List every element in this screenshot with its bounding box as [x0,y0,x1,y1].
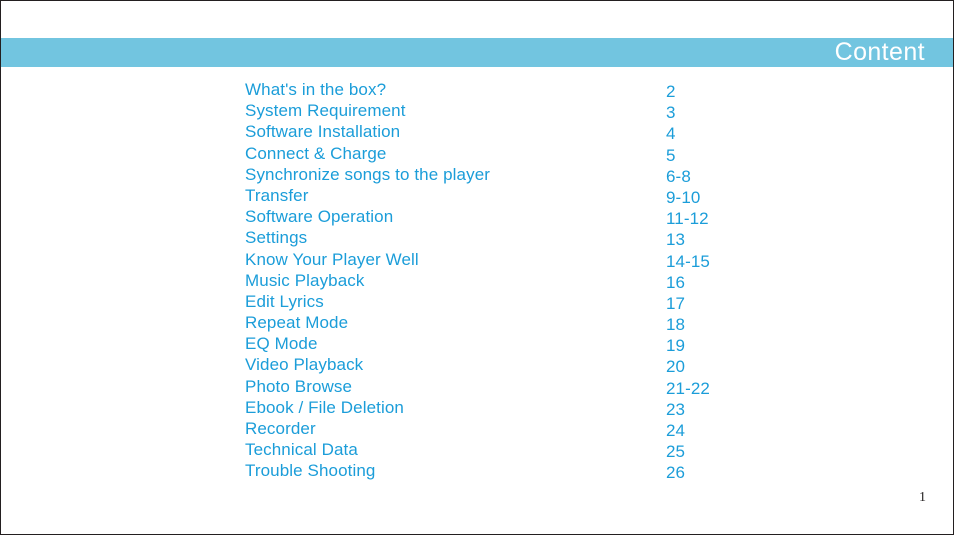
toc-entry-pages: 17 [666,293,686,313]
toc-entry-pages: 18 [666,315,686,335]
toc-entry-pages: 11-12 [666,209,709,229]
toc-entry-label: Technical Data [245,440,358,460]
toc-entry-label: Recorder [245,419,316,438]
toc-entry-label: Transfer [245,185,309,205]
page-header-bar: Content [1,38,953,67]
toc-entry[interactable]: Connect & Charge 5 [245,143,845,165]
toc-entry-label: What's in the box? [245,80,387,99]
toc-entry-pages: 13 [666,230,686,250]
manual-page: Content What's in the box? 2 System Requir… [0,0,954,535]
toc-entry-pages: 25 [666,442,686,462]
toc-entry[interactable]: Transfer 9-10 [245,185,845,207]
toc-entry[interactable]: Trouble Shooting 26 [245,460,845,483]
toc-entry-pages: 23 [666,399,686,419]
toc-entry-pages: 16 [666,272,686,292]
toc-entry[interactable]: Know Your Player Well 14-15 [245,249,845,271]
toc-entry-label: Software Operation [245,207,394,227]
toc-entry-pages: 24 [666,421,686,440]
toc-entry-label: Trouble Shooting [245,461,376,481]
toc-entry-label: Repeat Mode [245,313,349,333]
toc-entry-label: Software Installation [245,122,401,142]
toc-entry[interactable]: Recorder 24 [245,418,845,440]
toc-entry-label: Synchronize songs to the player [245,164,491,184]
toc-entry[interactable]: Technical Data 25 [245,439,845,462]
toc-entry-label: Edit Lyrics [245,291,324,311]
toc-entry-label: Music Playback [245,270,365,290]
toc-entry[interactable]: Ebook / File Deletion 23 [245,397,845,419]
toc-entry-pages: 5 [666,145,676,165]
toc-entry-label: EQ Mode [245,334,318,354]
toc-entry[interactable]: Music Playback 16 [245,270,845,292]
toc-entry[interactable]: Video Playback 20 [245,354,845,377]
toc-entry-label: Know Your Player Well [245,249,419,269]
toc-entry-pages: 2 [666,82,676,101]
toc-entry-pages: 20 [666,357,686,377]
table-of-contents: What's in the box? 2 System Requirement 3 So… [245,79,845,482]
toc-entry[interactable]: Edit Lyrics 17 [245,291,845,313]
toc-entry-pages: 3 [666,103,676,123]
toc-entry[interactable]: Settings 13 [245,227,845,250]
toc-entry-label: Connect & Charge [245,143,387,163]
toc-entry[interactable]: System Requirement 3 [245,100,845,123]
page-number-footer: 1 [919,490,926,505]
toc-entry-pages: 4 [666,124,676,144]
toc-entry-pages: 21-22 [666,378,710,398]
toc-entry[interactable]: Synchronize songs to the player 6-8 [245,164,845,186]
toc-entry[interactable]: EQ Mode 19 [245,333,845,356]
toc-entry-label: Video Playback [245,355,364,375]
toc-entry-pages: 6-8 [666,166,691,186]
toc-entry-pages: 14-15 [666,251,710,271]
toc-entry[interactable]: Photo Browse 21-22 [245,376,845,398]
toc-entry-label: Ebook / File Deletion [245,397,404,417]
toc-entry-pages: 9-10 [666,187,701,207]
toc-entry-label: Settings [245,228,308,248]
toc-entry[interactable]: Repeat Mode 18 [245,312,845,335]
toc-entry[interactable]: Software Operation 11-12 [245,206,845,229]
toc-entry-label: Photo Browse [245,376,353,396]
page-title: Content [834,38,925,66]
toc-entry[interactable]: What's in the box? 2 [245,79,845,101]
toc-entry-pages: 26 [666,463,686,483]
toc-entry-pages: 19 [666,336,686,356]
toc-entry[interactable]: Software Installation 4 [245,121,845,144]
toc-entry-label: System Requirement [245,101,406,121]
